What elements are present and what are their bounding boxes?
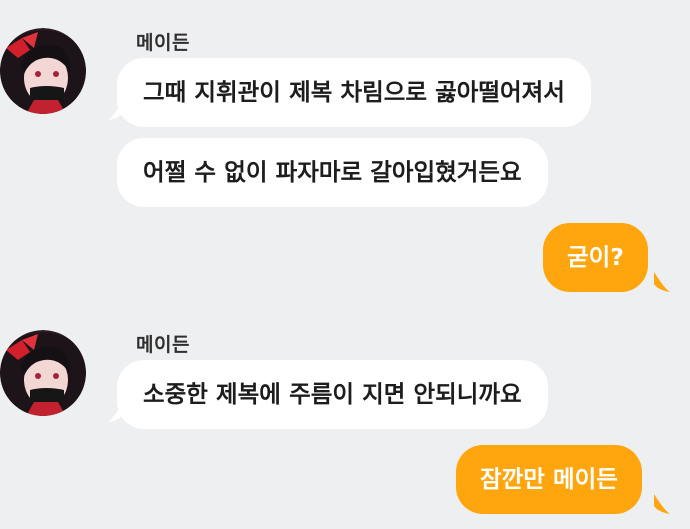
sender-name: 메이든 <box>136 32 190 54</box>
message-bubble-outgoing: 잠깐만 메이든 <box>456 445 642 514</box>
message-bubble: 어쩔 수 없이 파자마로 갈아입혔거든요 <box>117 138 548 207</box>
sender-name: 메이든 <box>136 334 190 356</box>
message-bubble: 그때 지휘관이 제복 차림으로 곯아떨어져서 <box>117 58 591 127</box>
maiden-avatar-icon[interactable] <box>0 28 86 114</box>
bubble-tail-icon <box>654 494 670 514</box>
maiden-avatar-icon[interactable] <box>0 330 86 416</box>
message-bubble-outgoing: 굳이? <box>543 223 648 292</box>
message-bubble: 소중한 제복에 주름이 지면 안되니까요 <box>117 360 548 429</box>
bubble-tail-icon <box>654 272 670 292</box>
